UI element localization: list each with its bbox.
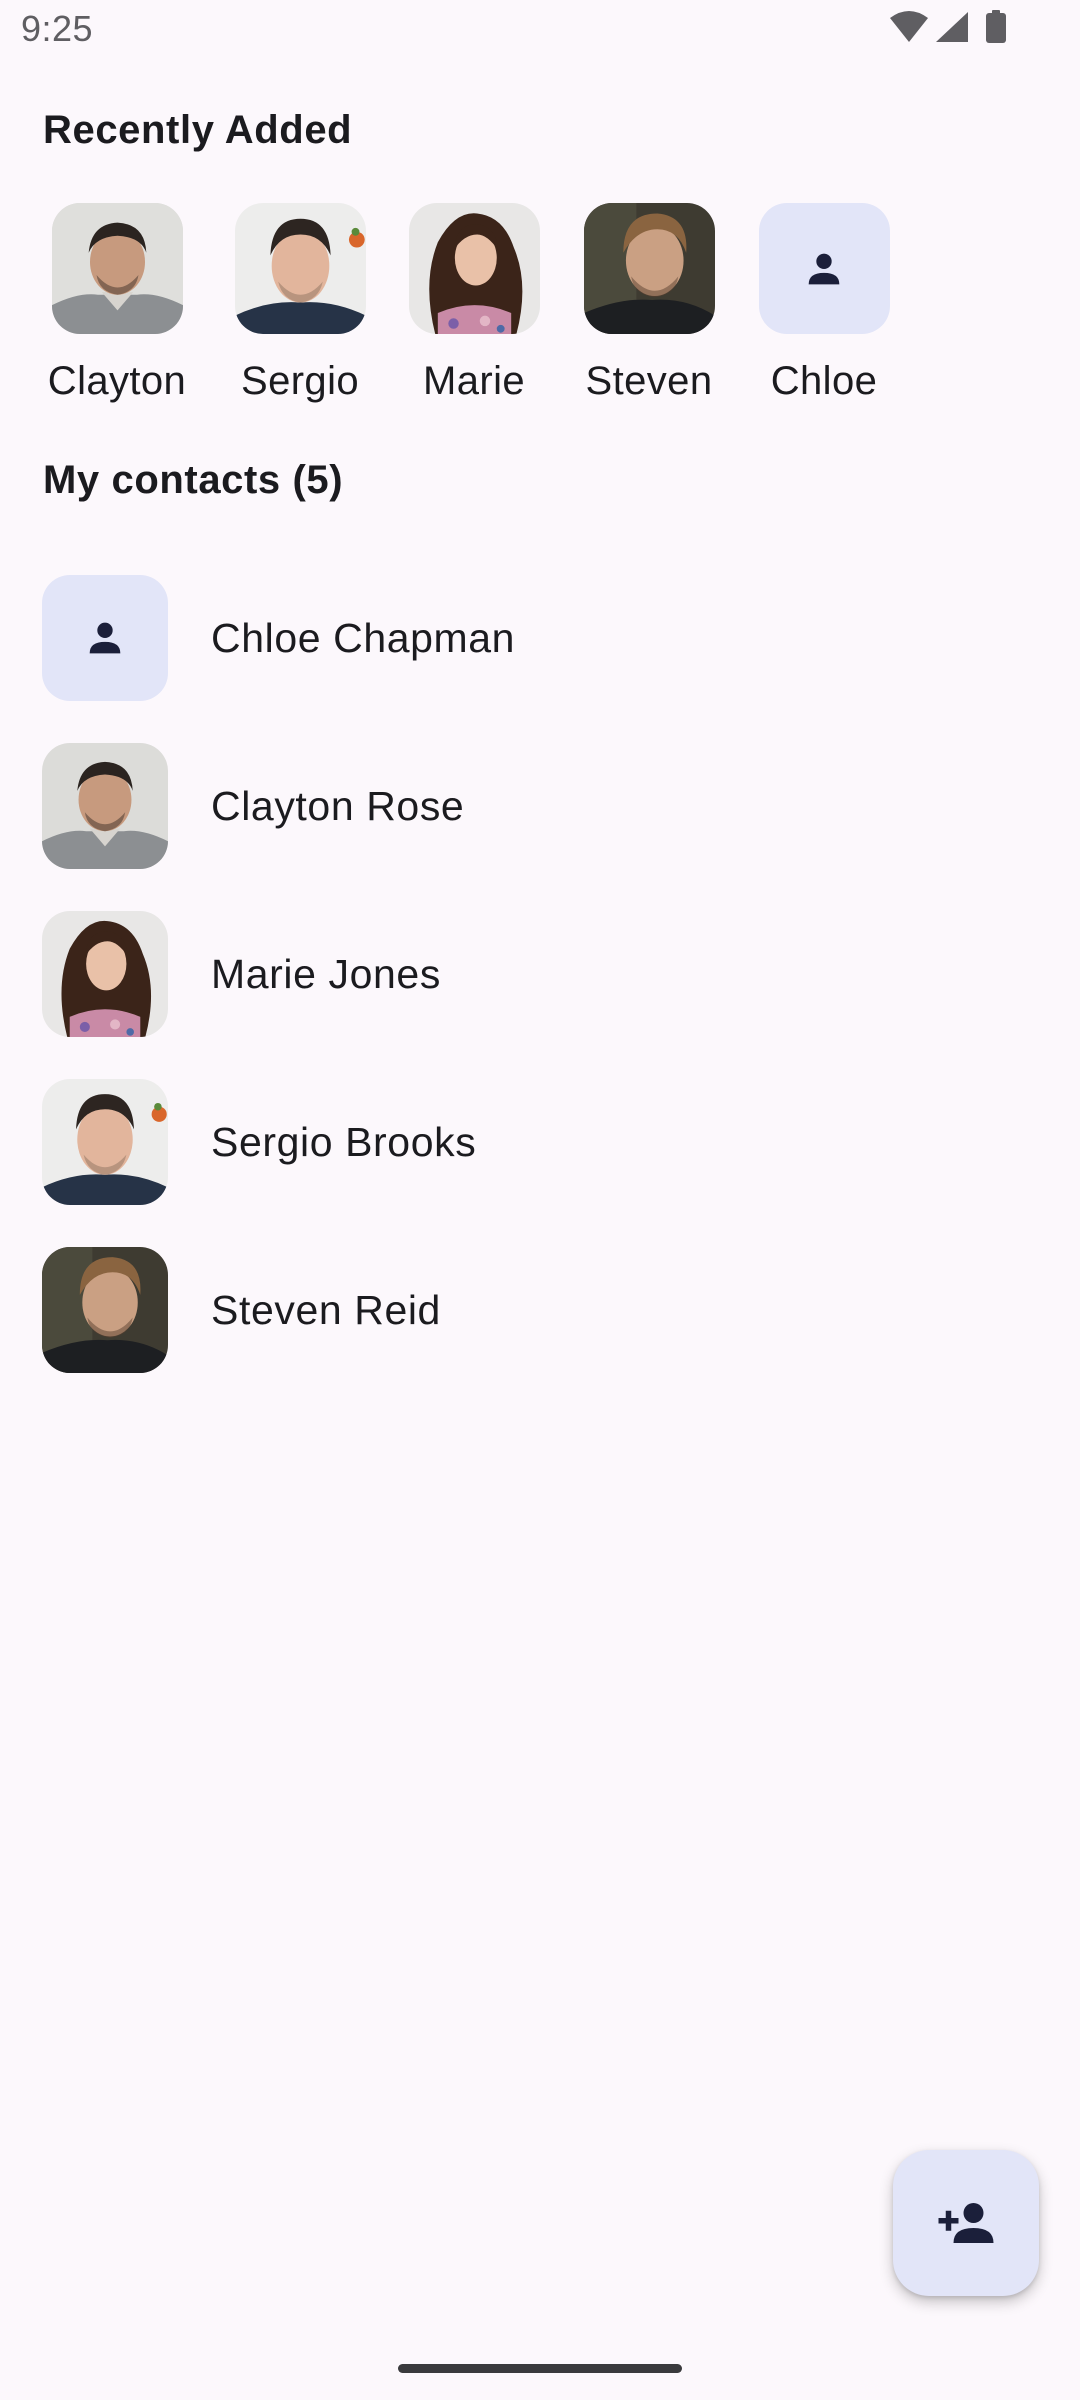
contact-name: Clayton Rose bbox=[211, 783, 465, 829]
recent-contact-name: Steven bbox=[585, 359, 713, 403]
recent-contact-name: Chloe bbox=[770, 359, 878, 403]
contact-row-chloe-chapman[interactable]: Chloe Chapman bbox=[0, 560, 1080, 728]
avatar bbox=[51, 203, 183, 334]
recent-contact-steven[interactable]: Steven bbox=[549, 203, 749, 413]
battery-icon bbox=[986, 10, 1006, 43]
recent-contact-clayton[interactable]: Clayton bbox=[17, 203, 217, 413]
avatar bbox=[42, 743, 168, 869]
gesture-nav-handle[interactable] bbox=[398, 2364, 682, 2373]
status-icons bbox=[888, 10, 1013, 52]
add-person-icon bbox=[938, 2203, 994, 2243]
avatar bbox=[42, 1247, 168, 1373]
add-contact-button[interactable] bbox=[893, 2150, 1039, 2296]
my-contacts-title: My contacts (5) bbox=[43, 458, 344, 502]
avatar bbox=[583, 203, 715, 334]
status-bar: 9:25 bbox=[0, 0, 1080, 64]
avatar bbox=[234, 203, 366, 334]
recent-contact-name: Clayton bbox=[47, 359, 187, 403]
status-time: 9:25 bbox=[21, 8, 94, 49]
wifi-icon bbox=[890, 11, 928, 42]
recent-contact-chloe[interactable]: Chloe bbox=[724, 203, 924, 413]
cellular-signal-icon bbox=[936, 12, 968, 42]
contact-row-marie-jones[interactable]: Marie Jones bbox=[0, 896, 1080, 1064]
recent-contact-sergio[interactable]: Sergio bbox=[200, 203, 400, 413]
avatar bbox=[758, 203, 890, 334]
contact-row-sergio-brooks[interactable]: Sergio Brooks bbox=[0, 1064, 1080, 1232]
contact-name: Marie Jones bbox=[211, 951, 441, 997]
contact-row-clayton-rose[interactable]: Clayton Rose bbox=[0, 728, 1080, 896]
person-icon bbox=[808, 253, 840, 284]
contact-name: Steven Reid bbox=[211, 1287, 441, 1333]
avatar bbox=[42, 575, 168, 701]
recent-contact-marie[interactable]: Marie bbox=[374, 203, 574, 413]
avatar bbox=[42, 911, 168, 1037]
contact-name: Sergio Brooks bbox=[211, 1119, 477, 1165]
recent-contact-name: Marie bbox=[422, 359, 526, 403]
person-icon bbox=[89, 622, 121, 654]
recently-added-title: Recently Added bbox=[43, 108, 353, 152]
recently-added-strip: Clayton Sergio Marie Steven Chloe bbox=[0, 203, 1080, 423]
avatar bbox=[408, 203, 540, 334]
contact-name: Chloe Chapman bbox=[211, 615, 516, 661]
avatar bbox=[42, 1079, 168, 1205]
contact-row-steven-reid[interactable]: Steven Reid bbox=[0, 1232, 1080, 1400]
recent-contact-name: Sergio bbox=[240, 359, 360, 403]
